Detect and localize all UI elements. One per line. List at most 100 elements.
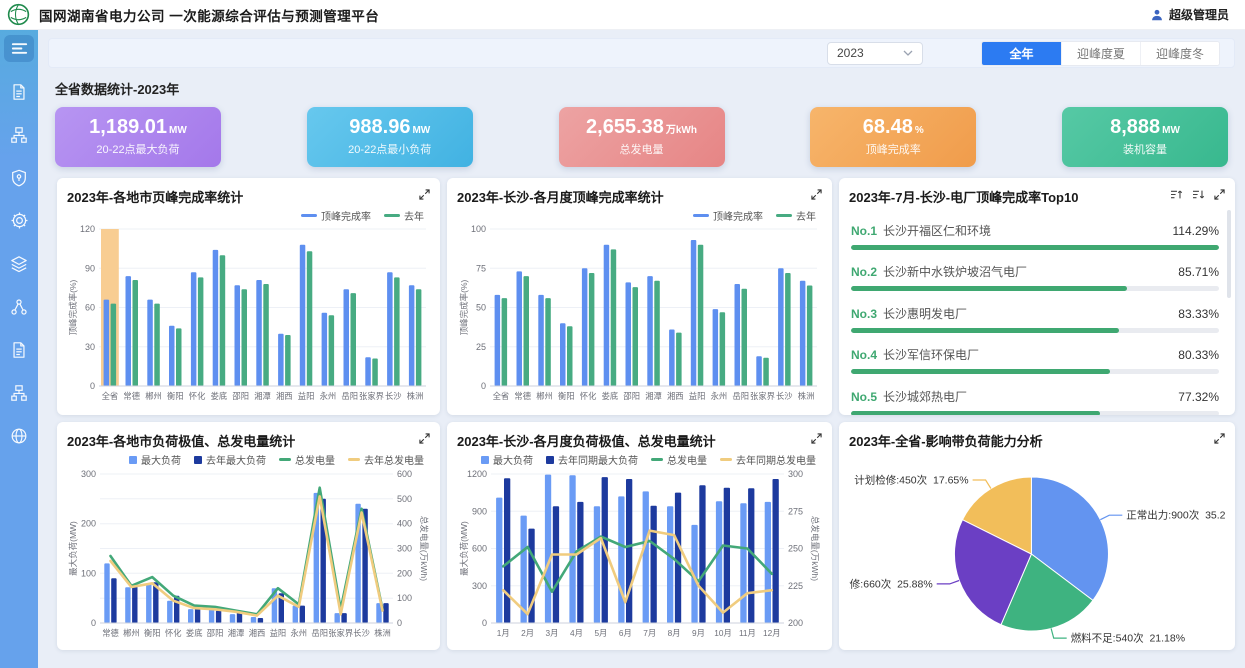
top10-row-2[interactable]: No.2 长沙新中水铁炉坡沼气电厂 85.71% [851,263,1219,291]
svg-text:湘西: 湘西 [249,628,266,638]
legend-item[interactable]: 最大负荷 [481,452,533,467]
chart-legend[interactable]: 顶峰完成率去年 [67,209,424,222]
svg-text:0: 0 [91,618,96,628]
svg-text:娄底: 娄底 [602,391,619,401]
svg-text:600: 600 [472,544,487,554]
sidebar-item-6-share-nodes[interactable] [4,293,34,320]
sidebar-item-8-sitemap[interactable] [4,379,34,406]
pie-chart-impact-pie[interactable]: 正常出力:900次 35.29%燃料不足:540次 21.18%故障检修:660… [849,450,1225,648]
panel-top10: 2023年-7月-长沙-电厂顶峰完成率Top10 No.1 长沙开福区仁和环境 … [839,178,1235,415]
sitemap-icon [10,384,28,402]
legend-item[interactable]: 顶峰完成率 [693,208,763,223]
completion-value: 85.71% [1178,265,1219,279]
rank-label: No.1 [851,224,877,238]
progress-track [851,369,1219,374]
legend-item[interactable]: 去年 [384,208,424,223]
expand-icon[interactable] [419,433,430,444]
sidebar-item-9-globe[interactable] [4,422,34,449]
svg-text:正常出力:900次 35.29%: 正常出力:900次 35.29% [1126,509,1225,522]
shield-icon [10,169,28,187]
svg-text:衡阳: 衡阳 [558,391,575,401]
expand-icon[interactable] [811,189,822,200]
svg-text:225: 225 [788,581,803,591]
sidebar-item-1-document[interactable] [4,78,34,105]
svg-text:275: 275 [788,506,803,516]
svg-text:8月: 8月 [668,628,681,638]
period-button-2[interactable]: 迎峰度冬 [1140,42,1219,65]
legend-item[interactable]: 总发电量 [279,452,335,467]
svg-text:300: 300 [397,544,412,554]
year-select[interactable]: 2023 [827,42,923,65]
expand-icon[interactable] [811,433,822,444]
svg-text:3月: 3月 [546,628,559,638]
panel-title: 2023年-长沙-各月度顶峰完成率统计 [457,187,664,206]
document-icon [10,341,28,359]
svg-text:100: 100 [471,224,486,234]
svg-text:250: 250 [788,544,803,554]
sort-ascending-icon[interactable] [1170,189,1183,200]
completion-value: 77.32% [1178,390,1219,404]
period-button-0[interactable]: 全年 [982,42,1061,65]
svg-text:怀化: 怀化 [189,391,206,401]
sidebar-item-7-document[interactable] [4,336,34,363]
rank-label: No.2 [851,265,877,279]
company-logo-icon [6,3,30,27]
stat-card-4: 8,888MW 装机容量 [1062,107,1228,167]
panel-title: 2023年-7月-长沙-电厂顶峰完成率Top10 [849,187,1078,206]
svg-text:邵阳: 邵阳 [232,391,249,401]
top10-row-1[interactable]: No.1 长沙开福区仁和环境 114.29% [851,222,1219,250]
panel-impact-pie: 2023年-全省-影响带负荷能力分析正常出力:900次 35.29%燃料不足:5… [839,422,1235,650]
expand-icon[interactable] [1214,189,1225,200]
list-scrollbar[interactable] [1227,210,1231,298]
svg-text:总发电量(万kWh): 总发电量(万kWh) [810,516,820,581]
sidebar-item-2-sitemap[interactable] [4,121,34,148]
bar-chart-city-peak[interactable]: 0306090120全省常德郴州衡阳怀化娄底邵阳湘潭湘西益阳永州岳阳张家界长沙株… [67,222,430,405]
top10-row-5[interactable]: No.5 长沙城郊热电厂 77.32% [851,388,1219,416]
user-badge[interactable]: 超级管理员 [1150,6,1229,23]
panel-changsha-peak: 2023年-长沙-各月度顶峰完成率统计顶峰完成率去年0255075100全省常德… [447,178,832,415]
expand-icon[interactable] [1214,433,1225,444]
chart-legend[interactable]: 顶峰完成率去年 [457,209,816,222]
combo-chart-city-load[interactable]: 01002003004005006000100200300常德郴州衡阳怀化娄底邵… [67,466,430,642]
chart-legend[interactable]: 最大负荷去年同期最大负荷总发电量去年同期总发电量 [457,453,816,466]
legend-item[interactable]: 去年总发电量 [348,452,424,467]
legend-item[interactable]: 总发电量 [651,452,707,467]
plant-name: 长沙新中水铁炉坡沼气电厂 [883,263,1027,280]
legend-item[interactable]: 去年同期最大负荷 [546,452,638,467]
period-button-1[interactable]: 迎峰度夏 [1061,42,1140,65]
svg-text:娄底: 娄底 [186,628,203,638]
stat-unit: MW [169,125,187,136]
bar-chart-changsha-peak[interactable]: 0255075100全省常德郴州衡阳怀化娄底邵阳湘潭湘西益阳永州岳阳张家界长沙株… [457,222,822,405]
legend-item[interactable]: 顶峰完成率 [301,208,371,223]
legend-item[interactable]: 去年同期总发电量 [720,452,816,467]
completion-value: 83.33% [1178,307,1219,321]
svg-text:6月: 6月 [619,628,632,638]
svg-text:郴州: 郴州 [123,628,140,638]
svg-text:2月: 2月 [521,628,534,638]
sidebar-item-5-layers[interactable] [4,250,34,277]
sidebar-item-4-gear[interactable] [4,207,34,234]
expand-icon[interactable] [419,189,430,200]
svg-text:郴州: 郴州 [536,391,553,401]
sidebar-item-3-shield[interactable] [4,164,34,191]
legend-item[interactable]: 去年 [776,208,816,223]
rank-label: No.4 [851,348,877,362]
panel-title: 2023年-全省-影响带负荷能力分析 [849,431,1043,450]
sidebar-item-0-menu[interactable] [4,35,34,62]
panel-city-peak: 2023年-各地市页峰完成率统计顶峰完成率去年0306090120全省常德郴州衡… [57,178,440,415]
svg-text:郴州: 郴州 [145,391,162,401]
user-name: 超级管理员 [1169,6,1229,23]
legend-item[interactable]: 去年最大负荷 [194,452,266,467]
chevron-down-icon [903,50,913,56]
combo-chart-changsha-load[interactable]: 200225250275300030060090012001月2月3月4月5月6… [457,466,822,642]
stat-card-0: 1,189.01MW 20-22点最大负荷 [55,107,221,167]
legend-item[interactable]: 最大负荷 [129,452,181,467]
top10-row-4[interactable]: No.4 长沙军信环保电厂 80.33% [851,346,1219,374]
svg-text:岳阳: 岳阳 [311,628,328,638]
svg-text:张家界: 张家界 [750,391,775,401]
sort-descending-icon[interactable] [1192,189,1205,200]
svg-text:600: 600 [397,469,412,479]
top10-row-3[interactable]: No.3 长沙惠明发电厂 83.33% [851,305,1219,333]
chart-legend[interactable]: 最大负荷去年最大负荷总发电量去年总发电量 [67,453,424,466]
stat-label: 顶峰完成率 [866,141,921,157]
